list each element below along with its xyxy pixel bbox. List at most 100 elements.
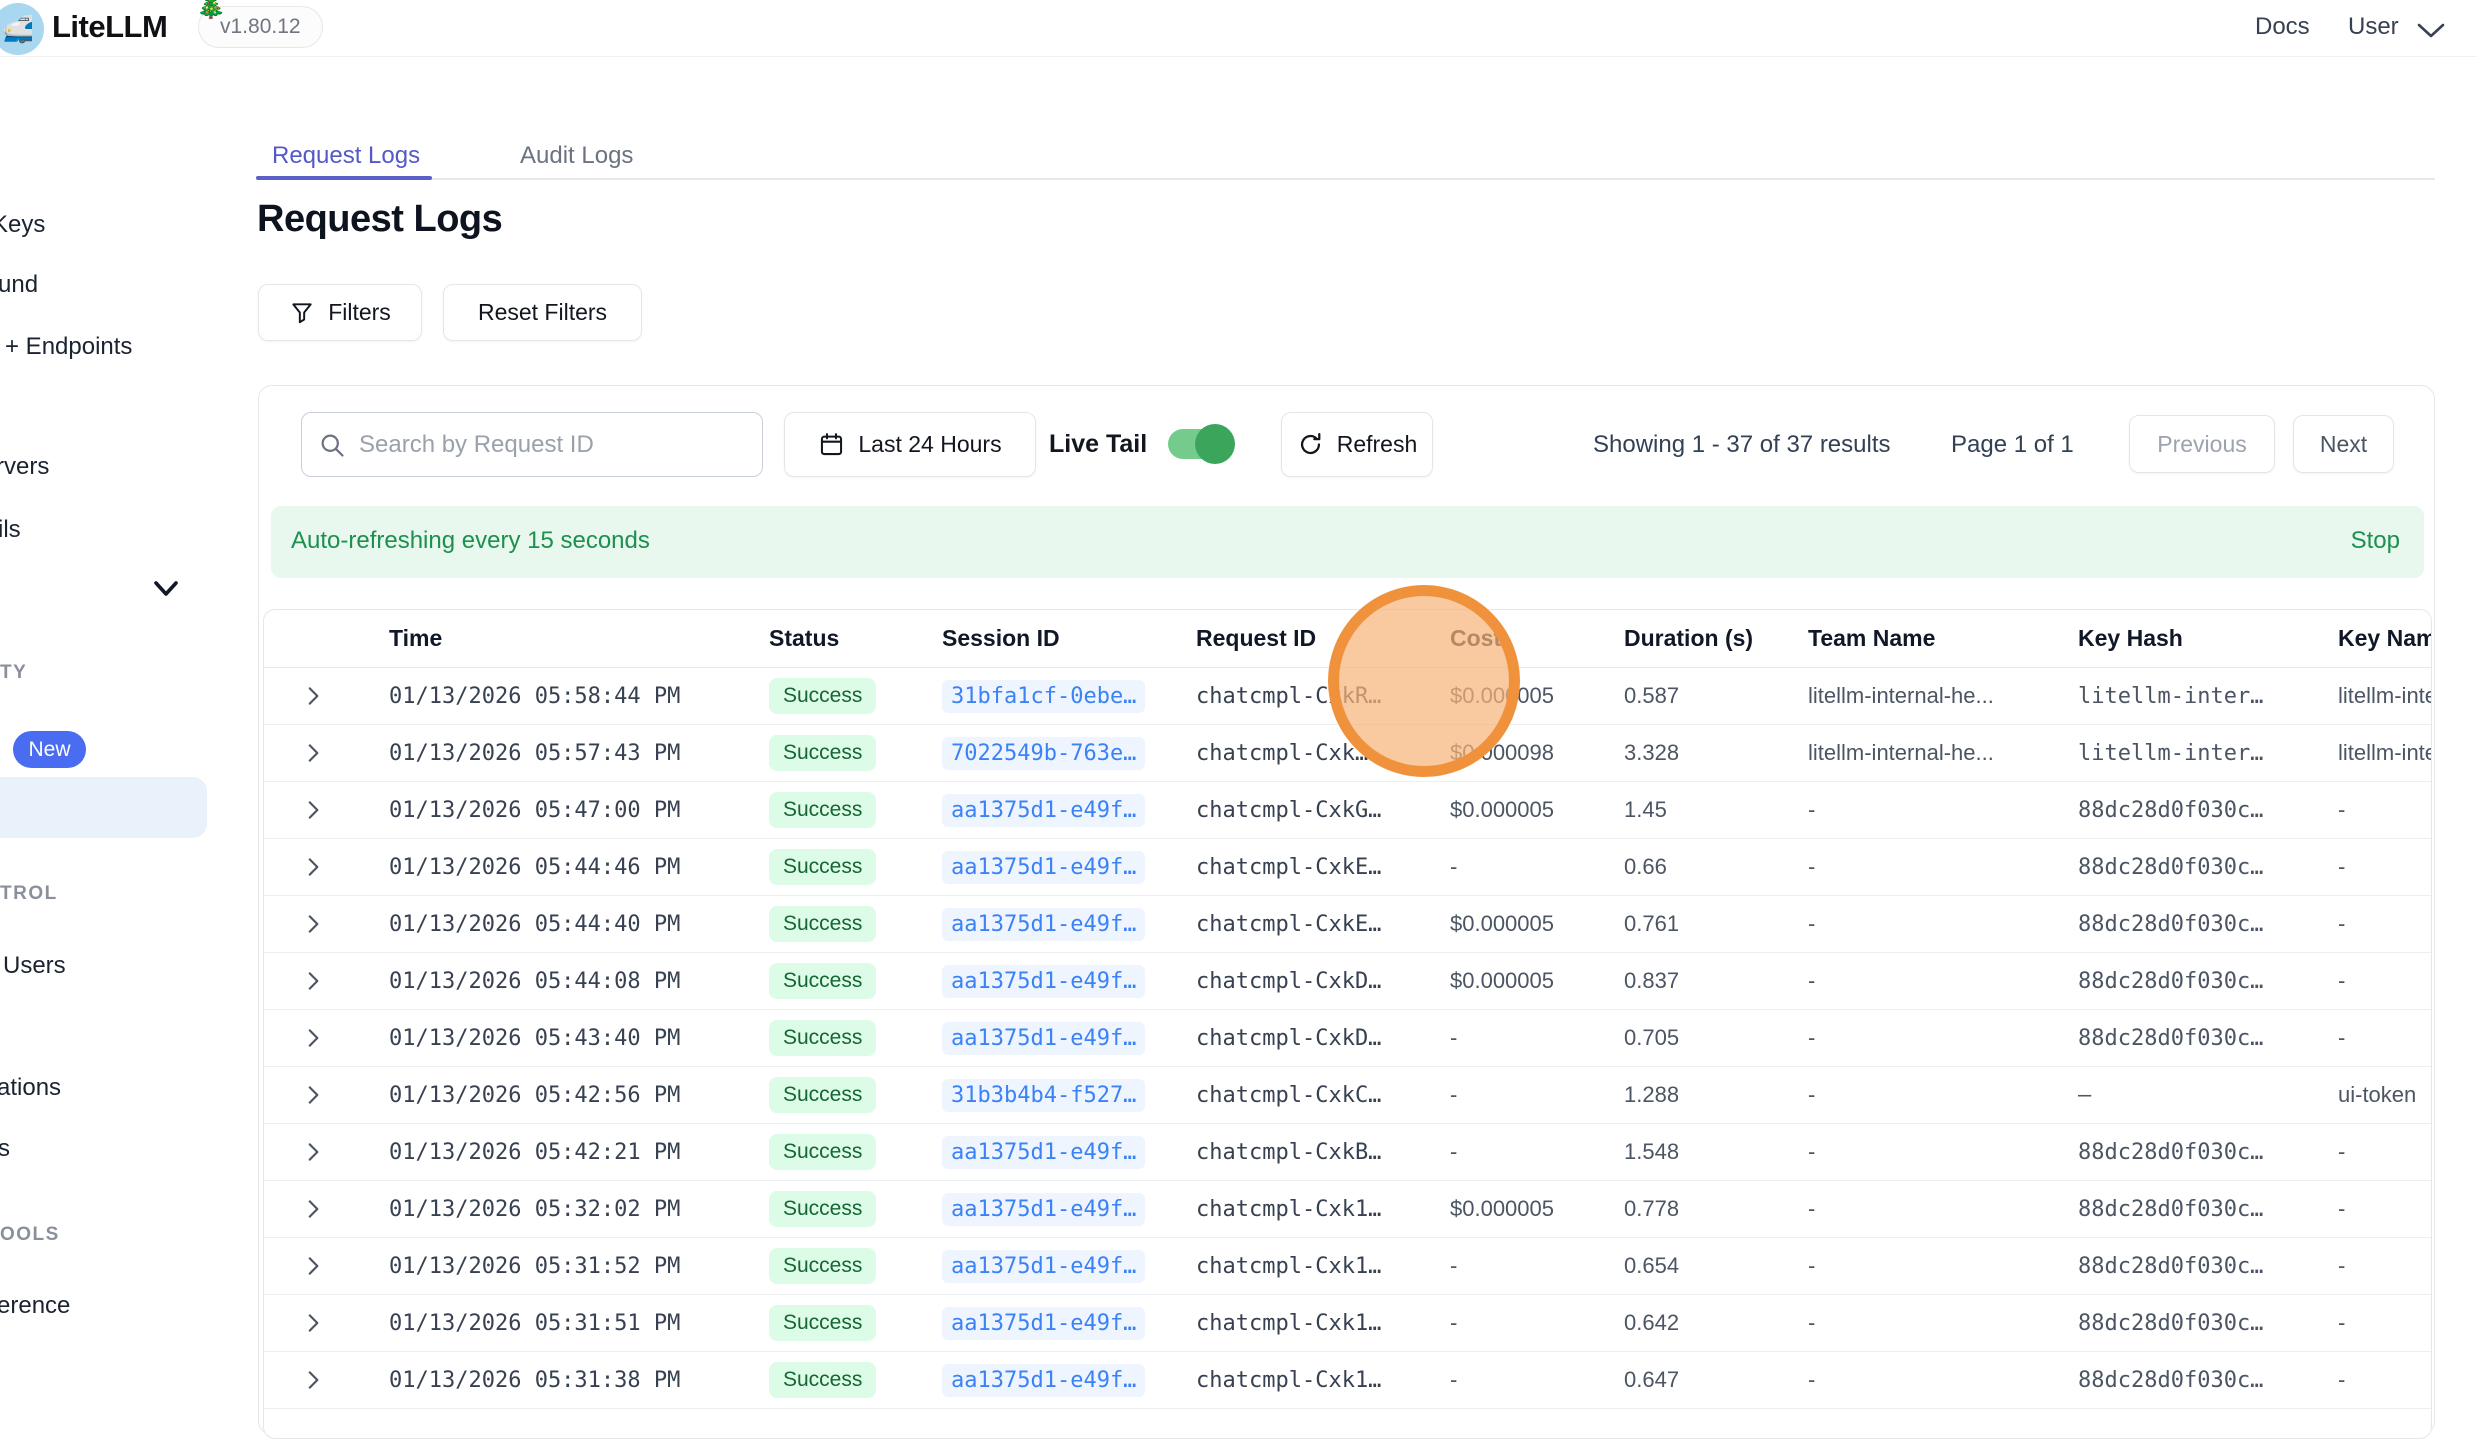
row-expand-chevron-icon[interactable]	[264, 1253, 364, 1279]
sidebar-item-guardrails[interactable]: ils	[0, 516, 21, 544]
row-expand-chevron-icon[interactable]	[264, 797, 364, 823]
row-expand-chevron-icon[interactable]	[264, 740, 364, 766]
cell-duration: 0.778	[1599, 1196, 1783, 1222]
status-badge: Success	[769, 1305, 876, 1341]
cell-key-hash: 88dc28d0f030c…	[2053, 912, 2313, 937]
table-row: 01/13/2026 05:44:40 PMSuccessaa1375d1-e4…	[264, 896, 2432, 953]
row-expand-chevron-icon[interactable]	[264, 968, 364, 994]
row-expand-chevron-icon[interactable]	[264, 1139, 364, 1165]
table-row: 01/13/2026 05:31:38 PMSuccessaa1375d1-e4…	[264, 1352, 2432, 1409]
cell-request-id: chatcmpl-CxkB…	[1171, 1140, 1425, 1165]
sidebar-item-teams[interactable]: s	[0, 1135, 10, 1163]
session-id-link[interactable]: aa1375d1-e49f…	[942, 1136, 1145, 1169]
cell-cost: -	[1425, 1253, 1599, 1279]
stop-auto-refresh-link[interactable]: Stop	[2351, 527, 2400, 555]
row-expand-chevron-icon[interactable]	[264, 1367, 364, 1393]
session-id-link[interactable]: aa1375d1-e49f…	[942, 1364, 1145, 1397]
row-expand-chevron-icon[interactable]	[264, 1310, 364, 1336]
cell-cost: -	[1425, 1310, 1599, 1336]
session-id-link[interactable]: aa1375d1-e49f…	[942, 1307, 1145, 1340]
refresh-button[interactable]: Refresh	[1281, 412, 1433, 477]
session-id-link[interactable]: 31b3b4b4-f527…	[942, 1079, 1145, 1112]
filters-button[interactable]: Filters	[258, 284, 422, 341]
previous-page-button[interactable]: Previous	[2129, 415, 2275, 473]
cell-team-name: litellm-internal-he...	[1783, 740, 2053, 766]
sidebar-item-reference[interactable]: erence	[0, 1292, 70, 1320]
sidebar-item-organizations[interactable]: ations	[0, 1074, 61, 1102]
search-input[interactable]	[359, 431, 746, 459]
row-expand-chevron-icon[interactable]	[264, 1025, 364, 1051]
session-id-link[interactable]: aa1375d1-e49f…	[942, 965, 1145, 998]
litellm-logo-icon: 🚅	[0, 3, 44, 55]
tab-request-logs[interactable]: Request Logs	[272, 132, 420, 180]
sidebar-item-servers[interactable]: rvers	[0, 453, 49, 481]
status-badge: Success	[769, 849, 876, 885]
reset-filters-label: Reset Filters	[478, 299, 607, 326]
toggle-knob	[1195, 424, 1235, 464]
cell-key-hash: –	[2053, 1083, 2313, 1108]
session-id-link[interactable]: aa1375d1-e49f…	[942, 1022, 1145, 1055]
cell-key-name: -	[2313, 854, 2432, 880]
cell-session-id: 7022549b-763e…	[917, 737, 1171, 770]
docs-link[interactable]: Docs	[2255, 13, 2310, 41]
cell-key-hash: 88dc28d0f030c…	[2053, 798, 2313, 823]
session-id-link[interactable]: 7022549b-763e…	[942, 737, 1145, 770]
col-status: Status	[744, 625, 917, 652]
cell-duration: 1.548	[1599, 1139, 1783, 1165]
status-badge: Success	[769, 1248, 876, 1284]
sidebar-item-keys[interactable]: Keys	[0, 211, 45, 239]
cell-duration: 0.761	[1599, 911, 1783, 937]
cell-duration: 0.647	[1599, 1367, 1783, 1393]
cell-duration: 0.642	[1599, 1310, 1783, 1336]
cell-time: 01/13/2026 05:43:40 PM	[364, 1026, 744, 1051]
reset-filters-button[interactable]: Reset Filters	[443, 284, 642, 341]
cell-session-id: aa1375d1-e49f…	[917, 1193, 1171, 1226]
row-expand-chevron-icon[interactable]	[264, 1196, 364, 1222]
cell-cost: -	[1425, 1082, 1599, 1108]
calendar-icon	[818, 431, 845, 458]
live-tail-toggle[interactable]	[1168, 429, 1232, 459]
cell-duration: 0.654	[1599, 1253, 1783, 1279]
cell-session-id: aa1375d1-e49f…	[917, 1250, 1171, 1283]
funnel-icon	[289, 300, 315, 326]
cell-cost: $0.000005	[1425, 1196, 1599, 1222]
sidebar-item-logs-selected[interactable]	[0, 777, 207, 838]
sidebar-item-playground[interactable]: und	[0, 271, 38, 299]
session-id-link[interactable]: aa1375d1-e49f…	[942, 1193, 1145, 1226]
cell-team-name: -	[1783, 1082, 2053, 1108]
tab-audit-logs[interactable]: Audit Logs	[520, 132, 633, 180]
row-expand-chevron-icon[interactable]	[264, 911, 364, 937]
session-id-link[interactable]: aa1375d1-e49f…	[942, 794, 1145, 827]
cell-request-id: chatcmpl-Cxk…	[1171, 741, 1425, 766]
session-id-link[interactable]: aa1375d1-e49f…	[942, 908, 1145, 941]
cell-key-name: litellm-inter…	[2313, 683, 2432, 709]
row-expand-chevron-icon[interactable]	[264, 854, 364, 880]
sidebar-item-users[interactable]: Users	[3, 952, 66, 980]
refresh-label: Refresh	[1337, 431, 1418, 458]
sidebar-collapse-chevron-icon[interactable]	[150, 576, 182, 602]
active-tab-underline	[256, 176, 432, 180]
user-menu[interactable]: User	[2348, 13, 2399, 41]
session-id-link[interactable]: aa1375d1-e49f…	[942, 851, 1145, 884]
search-box[interactable]	[301, 412, 763, 477]
cell-team-name: -	[1783, 968, 2053, 994]
cell-cost: $0.000005	[1425, 968, 1599, 994]
session-id-link[interactable]: 31bfa1cf-0ebe…	[942, 680, 1145, 713]
row-expand-chevron-icon[interactable]	[264, 1082, 364, 1108]
sidebar-item-endpoints[interactable]: + Endpoints	[5, 333, 132, 361]
table-row: 01/13/2026 05:44:08 PMSuccessaa1375d1-e4…	[264, 953, 2432, 1010]
table-row: 01/13/2026 05:58:44 PMSuccess31bfa1cf-0e…	[264, 668, 2432, 725]
row-expand-chevron-icon[interactable]	[264, 683, 364, 709]
cell-cost: -	[1425, 854, 1599, 880]
cell-team-name: -	[1783, 1025, 2053, 1051]
cell-key-hash: 88dc28d0f030c…	[2053, 1368, 2313, 1393]
sidebar-section-access-control: TROL	[0, 883, 58, 905]
cell-session-id: aa1375d1-e49f…	[917, 908, 1171, 941]
cell-duration: 1.45	[1599, 797, 1783, 823]
chevron-down-icon[interactable]	[2416, 22, 2446, 40]
cell-cost: $0.000098	[1425, 740, 1599, 766]
time-range-button[interactable]: Last 24 Hours	[784, 412, 1036, 477]
session-id-link[interactable]: aa1375d1-e49f…	[942, 1250, 1145, 1283]
next-page-button[interactable]: Next	[2293, 415, 2394, 473]
cell-status: Success	[744, 1134, 917, 1170]
